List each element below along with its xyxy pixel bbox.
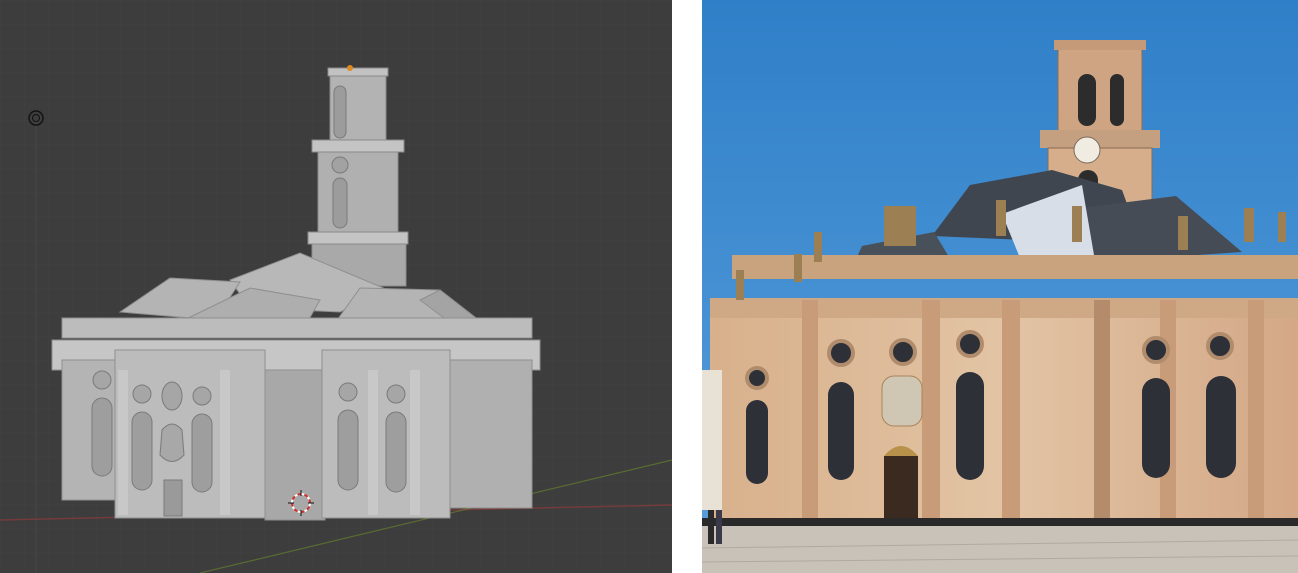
separator bbox=[672, 0, 702, 573]
reference-photo bbox=[702, 0, 1298, 573]
viewport-canvas[interactable] bbox=[0, 0, 672, 573]
photo-canvas bbox=[702, 0, 1298, 573]
origin-dot-icon bbox=[347, 65, 353, 71]
3d-viewport[interactable] bbox=[0, 0, 672, 573]
